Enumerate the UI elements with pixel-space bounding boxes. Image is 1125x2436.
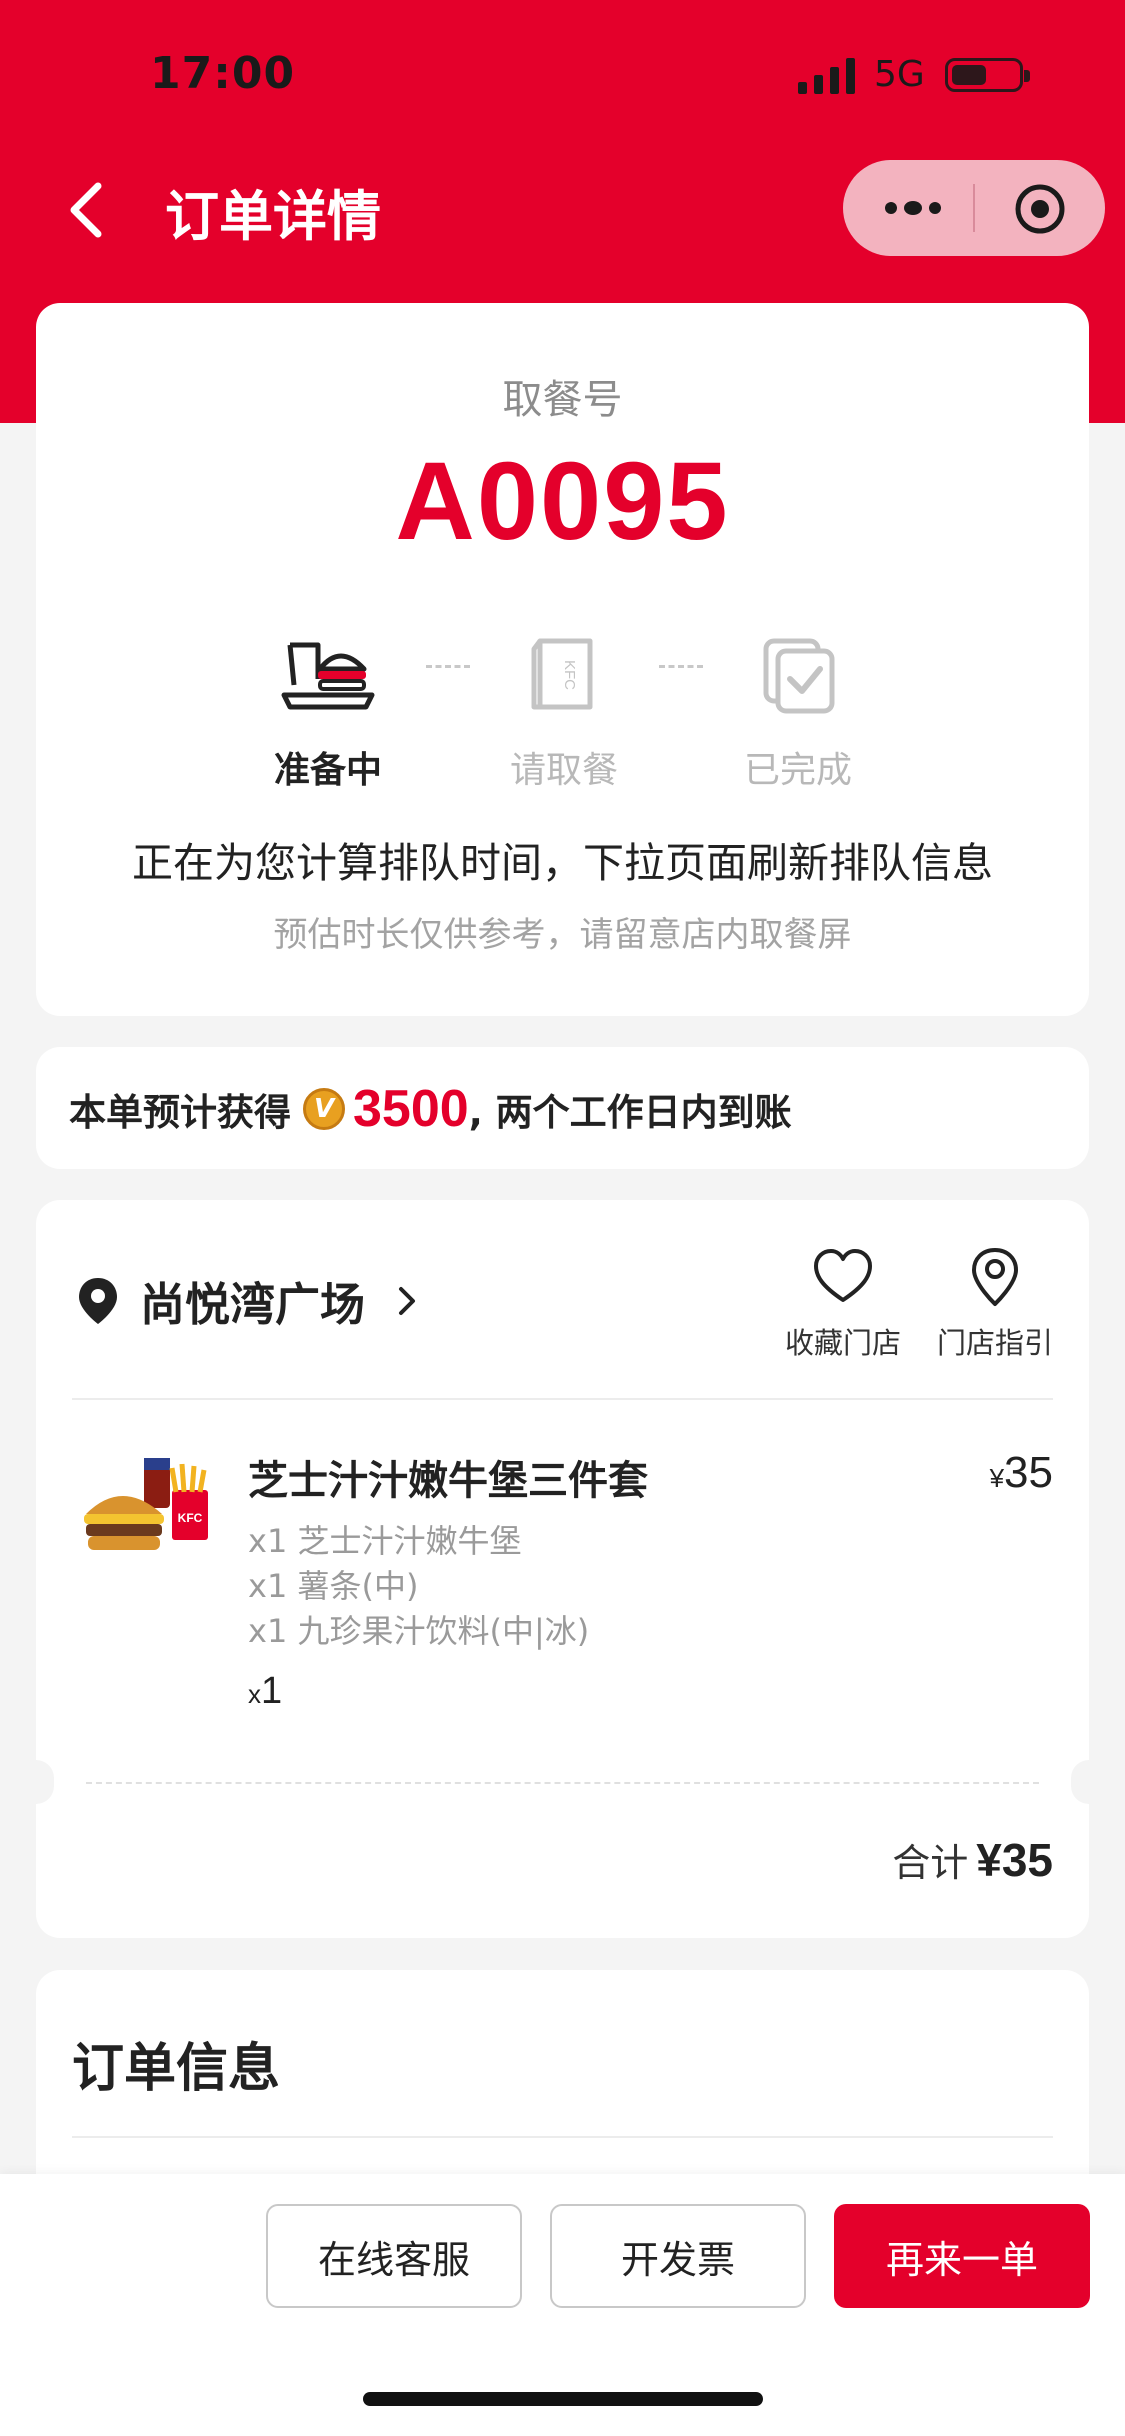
- points-amount: 3500: [353, 1080, 469, 1138]
- queue-note: 预估时长仅供参考，请留意店内取餐屏: [273, 915, 852, 955]
- pickup-number: A0095: [395, 440, 730, 563]
- step-connector: [659, 665, 703, 668]
- queue-message: 正在为您计算排队时间，下拉页面刷新排队信息: [132, 839, 993, 887]
- ticket-notch: [18, 1760, 54, 1804]
- step-label: 准备中: [273, 750, 382, 791]
- check-cup-icon: [763, 638, 835, 714]
- chevron-right-icon[interactable]: [396, 1284, 418, 1318]
- store-directions-button[interactable]: 门店指引: [930, 1246, 1060, 1362]
- pickup-label: 取餐号: [502, 377, 623, 423]
- points-suffix: , 两个工作日内到账: [468, 1091, 792, 1134]
- online-service-button[interactable]: 在线客服: [266, 2204, 522, 2308]
- item-component: x1 九珍果汁饮料(中|冰): [248, 1612, 590, 1650]
- dashed-divider: [86, 1782, 1039, 1784]
- item-price-value: 35: [1004, 1448, 1053, 1497]
- points-card: 本单预计获得 V 3500 , 两个工作日内到账: [36, 1047, 1089, 1169]
- more-dots-icon[interactable]: [881, 190, 945, 226]
- svg-text:KFC: KFC: [561, 660, 578, 690]
- item-component: x1 芝士汁汁嫩牛堡: [248, 1522, 522, 1560]
- heart-icon: [814, 1249, 872, 1302]
- total-label: 合计: [892, 1841, 969, 1885]
- step-label: 已完成: [743, 750, 852, 791]
- item-component: x1 薯条(中): [248, 1567, 419, 1605]
- location-pin-icon: [79, 1278, 117, 1324]
- item-price: ¥35: [990, 1448, 1053, 1498]
- target-icon[interactable]: [1013, 182, 1067, 236]
- total-amount: ¥35: [976, 1834, 1053, 1886]
- divider: [72, 2136, 1053, 2138]
- points-row: 本单预计获得 V 3500 , 两个工作日内到账: [69, 1079, 792, 1139]
- currency-symbol: ¥: [989, 1463, 1005, 1493]
- chevron-left-icon[interactable]: [62, 180, 112, 240]
- item-quantity: x1: [248, 1670, 282, 1713]
- navigation-bar: 订单详情: [0, 150, 1125, 270]
- qty-value: 1: [261, 1670, 283, 1712]
- burger-tray-icon: [281, 642, 375, 710]
- mini-program-capsule: [843, 160, 1105, 256]
- status-time: 17:00: [150, 48, 296, 99]
- svg-text:KFC: KFC: [178, 1511, 203, 1525]
- bottom-action-bar: 在线客服 开发票 再来一单: [0, 2174, 1125, 2436]
- points-prefix: 本单预计获得: [69, 1091, 291, 1134]
- page-title: 订单详情: [165, 185, 381, 248]
- invoice-button[interactable]: 开发票: [550, 2204, 806, 2308]
- kfc-bag-icon: KFC: [531, 638, 593, 710]
- step-completed: 已完成: [698, 635, 898, 793]
- step-preparing: 准备中: [228, 635, 428, 793]
- step-label: 请取餐: [509, 750, 618, 791]
- map-pin-icon: [972, 1248, 1018, 1306]
- signal-icon: [798, 58, 855, 94]
- battery-icon: [945, 58, 1030, 92]
- pickup-card: 取餐号 A0095 准备中 KFC 请取餐 已完成 正在为您计算排队时间，下拉页…: [36, 303, 1089, 1016]
- reorder-button[interactable]: 再来一单: [834, 2204, 1090, 2308]
- favorite-store-button[interactable]: 收藏门店: [778, 1246, 908, 1362]
- order-total: 合计 ¥35: [892, 1832, 1053, 1887]
- network-label: 5G: [874, 54, 925, 95]
- divider: [72, 1398, 1053, 1400]
- qty-prefix: x: [248, 1679, 261, 1709]
- store-name[interactable]: 尚悦湾广场: [140, 1268, 365, 1333]
- step-ready: KFC 请取餐: [464, 635, 664, 793]
- meal-image: KFC: [84, 1458, 208, 1550]
- favorite-store-label: 收藏门店: [784, 1326, 901, 1360]
- order-card: 尚悦湾广场 收藏门店 门店指引 KFC 芝士汁汁嫩牛堡三件套 ¥35 x1 芝士…: [18, 1200, 1107, 1938]
- status-bar: 17:00 5G: [0, 0, 1125, 150]
- v-coin-icon: V: [303, 1088, 345, 1130]
- store-directions-label: 门店指引: [936, 1326, 1053, 1360]
- order-info-title: 订单信息: [72, 2039, 281, 2099]
- capsule-divider: [973, 184, 975, 232]
- home-indicator[interactable]: [363, 2392, 763, 2406]
- item-name: 芝士汁汁嫩牛堡三件套: [248, 1458, 648, 1504]
- ticket-notch: [1071, 1760, 1107, 1804]
